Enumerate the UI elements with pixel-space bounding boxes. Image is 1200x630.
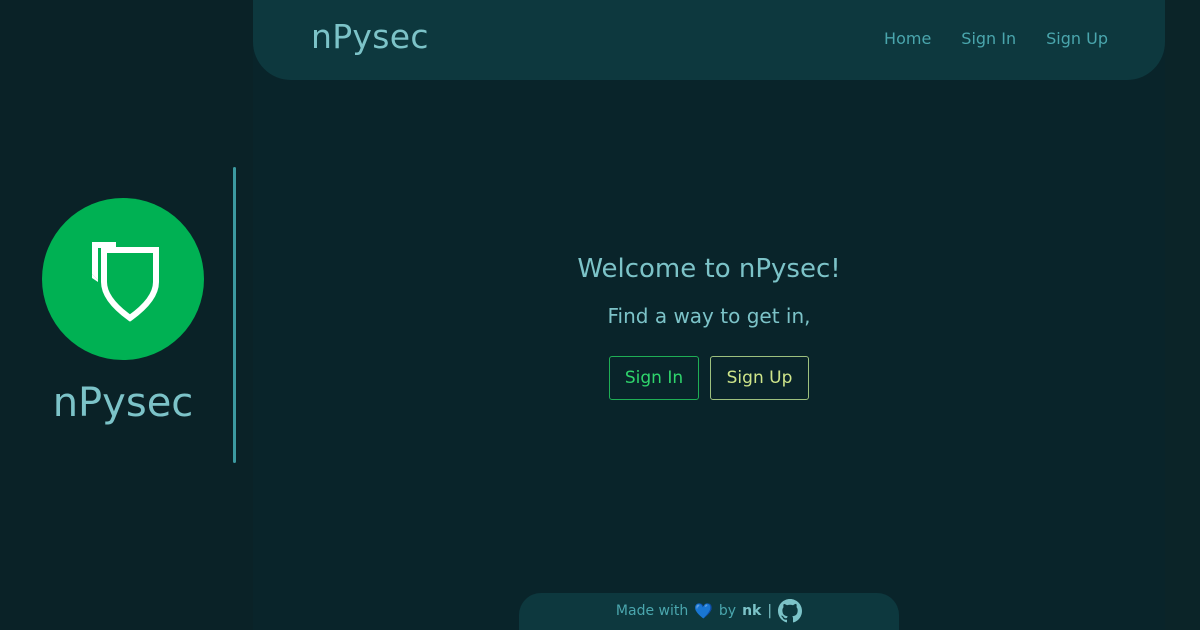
github-icon[interactable] xyxy=(778,599,803,623)
footer-author[interactable]: nk xyxy=(742,603,761,619)
footer-made-with: Made with xyxy=(615,603,689,619)
footer-separator: | xyxy=(767,603,773,619)
nav-link-sign-up[interactable]: Sign Up xyxy=(1046,29,1108,48)
nav-link-sign-in[interactable]: Sign In xyxy=(961,29,1016,48)
right-gutter xyxy=(1165,0,1200,630)
logo xyxy=(42,198,204,360)
welcome-subtitle: Find a way to get in, xyxy=(607,304,811,328)
sign-in-button[interactable]: Sign In xyxy=(609,356,699,400)
nav-links: Home Sign In Sign Up xyxy=(884,29,1108,48)
footer-by: by xyxy=(718,603,737,619)
navbar-brand[interactable]: nPysec xyxy=(311,17,429,56)
sidebar-title: nPysec xyxy=(52,380,194,426)
page: nPysec Home Sign In Sign Up nPysec Welco… xyxy=(0,0,1200,630)
vertical-divider xyxy=(233,167,236,463)
heart-icon: 💙 xyxy=(694,602,713,620)
nav-link-home[interactable]: Home xyxy=(884,29,931,48)
footer: Made with 💙 by nk | xyxy=(519,593,899,630)
navbar: nPysec Home Sign In Sign Up xyxy=(253,0,1165,80)
welcome-heading: Welcome to nPysec! xyxy=(577,254,841,284)
sign-up-button[interactable]: Sign Up xyxy=(710,356,809,400)
shield-icon xyxy=(92,242,159,322)
